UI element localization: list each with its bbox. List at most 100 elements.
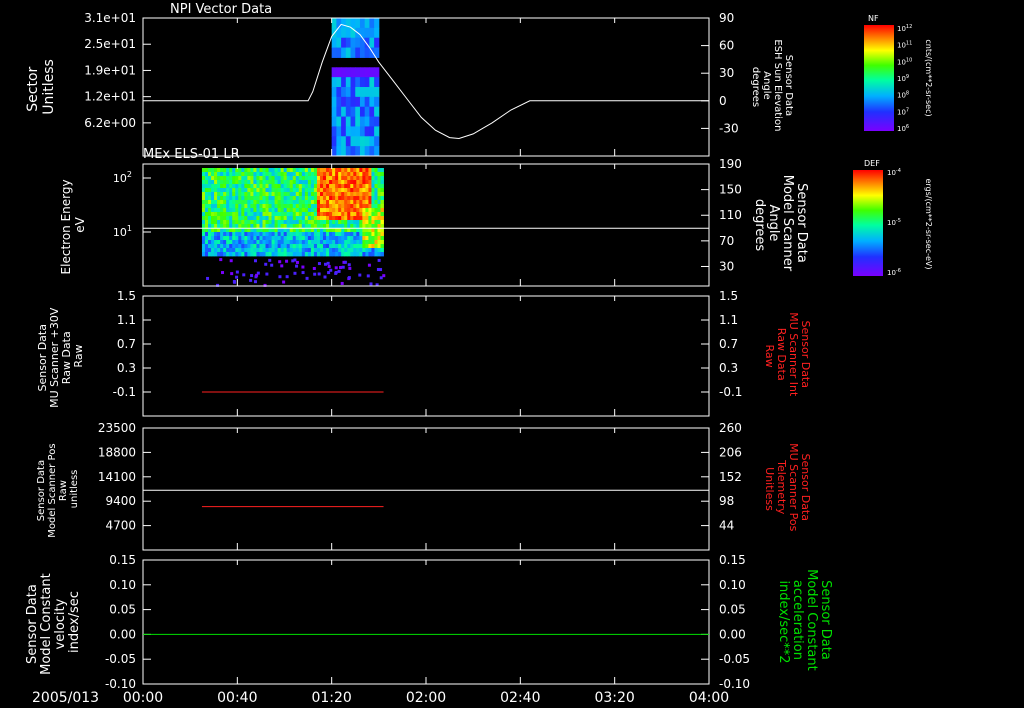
spectrogram-cell [380, 184, 384, 189]
spectrogram-cell [295, 172, 300, 177]
time-tick-label: 02:40 [500, 690, 540, 706]
spectrogram-cell [295, 196, 300, 201]
spectrogram-speck [230, 272, 234, 276]
spectrogram-cell [204, 168, 209, 173]
spectrogram-cell [304, 168, 309, 173]
spectrogram-cell [369, 126, 375, 137]
spectrogram-speck [339, 266, 343, 270]
colorbar-tick-label: 10-5 [887, 218, 901, 227]
spectrogram-cell [204, 188, 209, 193]
spectrogram-cell [274, 232, 279, 237]
spectrogram-cell [292, 240, 297, 245]
spectrogram-cell [256, 196, 260, 201]
spectrogram-cell [336, 126, 342, 137]
spectrogram-cell [301, 168, 306, 173]
spectrogram-cell [232, 248, 236, 253]
spectrogram-cell [377, 248, 381, 253]
spectrogram-cell [341, 232, 345, 237]
spectrogram-cell [292, 220, 297, 225]
colorbar-tick-label: 107 [897, 107, 909, 116]
spectrogram-cell [298, 200, 303, 205]
spectrogram-speck [366, 274, 370, 278]
spectrogram-cell [262, 192, 266, 197]
spectrogram-cell [280, 236, 285, 241]
spectrogram-speck [278, 275, 282, 279]
spectrogram-cell [341, 172, 345, 177]
spectrogram-cell [247, 172, 251, 177]
spectrogram-cell [265, 240, 269, 245]
right-label-line: Model Constant [804, 569, 819, 671]
spectrogram-cell [256, 248, 260, 253]
spectrogram-cell [274, 188, 279, 193]
spectrogram-cell [301, 172, 306, 177]
spectrogram-cell [377, 172, 381, 177]
spectrogram-cell [341, 37, 347, 49]
spectrogram-cell [247, 204, 251, 209]
spectrogram-cell [247, 188, 251, 193]
spectrogram-cell [211, 248, 215, 253]
spectrogram-cell [211, 204, 215, 209]
spectrogram-cell [350, 244, 354, 249]
spectrogram-cell [374, 204, 378, 209]
spectrogram-cell [323, 252, 327, 257]
spectrogram-speck [348, 266, 352, 270]
spectrogram-cell [341, 136, 347, 147]
spectrogram-cell [247, 208, 251, 213]
spectrogram-cell [262, 244, 266, 249]
spectrogram-cell [356, 192, 360, 197]
spectrogram-cell [304, 248, 309, 253]
spectrogram-cell [335, 180, 339, 185]
spectrogram-cell [347, 236, 351, 241]
spectrogram-cell [359, 188, 363, 193]
spectrogram-speck [305, 276, 309, 280]
mex-els-summary-plot: NPI Vector Data 3.1e+012.5e+011.9e+011.2… [25, 2, 933, 706]
spectrogram-cell [316, 212, 321, 217]
spectrogram-cell [374, 252, 378, 257]
spectrogram-cell [268, 176, 272, 181]
spectrogram-cell [226, 240, 230, 245]
spectrogram-cell [201, 252, 206, 257]
spectrogram-cell [201, 232, 206, 237]
spectrogram-cell [204, 196, 209, 201]
spectrogram-cell [274, 220, 279, 225]
spectrogram-cell [214, 176, 218, 181]
spectrogram-cell [208, 244, 212, 249]
spectrogram-cell [289, 188, 294, 193]
spectrogram-cell [380, 176, 384, 181]
spectrogram-cell [286, 212, 291, 217]
panel-mu-pos: 23500188001410094004700 2602061529844 Se… [36, 421, 812, 551]
spectrogram-cell [313, 184, 318, 189]
spectrogram-cell [313, 168, 318, 173]
spectrogram-cell [316, 236, 321, 241]
spectrogram-cell [235, 248, 239, 253]
spectrogram-cell [310, 248, 315, 253]
spectrogram-cell [301, 180, 306, 185]
spectrogram-speck [347, 276, 351, 280]
right-label-line: Angle [766, 204, 781, 241]
spectrogram-cell [359, 192, 363, 197]
spectrogram-cell [286, 184, 291, 189]
spectrogram-cell [235, 204, 239, 209]
spectrogram-cell [344, 196, 348, 201]
spectrogram-cell [356, 204, 360, 209]
spectrogram-cell [201, 240, 206, 245]
spectrogram-speck [341, 265, 345, 269]
spectrogram-cell [332, 196, 336, 201]
spectrogram-cell [238, 208, 242, 213]
spectrogram-cell [280, 232, 285, 237]
spectrogram-cell [214, 244, 218, 249]
spectrogram-cell [344, 184, 348, 189]
spectrogram-cell [223, 232, 227, 237]
spectrogram-cell [295, 176, 300, 181]
spectrogram-cell [369, 146, 375, 157]
spectrogram-cell [377, 200, 381, 205]
spectrogram-cell [208, 208, 212, 213]
right-label-line: Sensor Data [783, 55, 794, 116]
right-ticks-mu-int: 1.51.10.70.3-0.1 [701, 289, 742, 399]
spectrogram-cell [356, 188, 360, 193]
spectrogram-speck [334, 270, 338, 274]
spectrogram-cell [374, 244, 378, 249]
spectrogram-cell [316, 188, 321, 193]
spectrogram-cell [362, 180, 366, 185]
spectrogram-cell [377, 220, 381, 225]
